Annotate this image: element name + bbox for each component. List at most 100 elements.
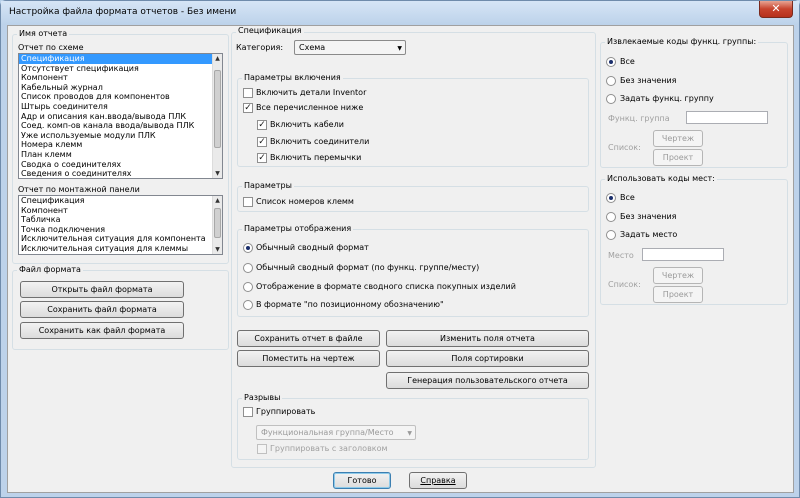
help-button[interactable]: Справка (409, 472, 467, 489)
display-option-radio[interactable] (243, 282, 253, 292)
func-code-label: Все (620, 57, 635, 66)
all-below-label: Все перечисленное ниже (256, 103, 364, 112)
list-item[interactable]: Спецификация (19, 196, 222, 206)
save-format-file-button[interactable]: Сохранить файл формата (20, 301, 184, 318)
include-connectors-label: Включить соединители (270, 137, 370, 146)
place-on-drawing-button[interactable]: Поместить на чертеж (237, 350, 380, 367)
func-code-radio[interactable] (606, 57, 616, 67)
group-checkbox[interactable] (243, 407, 253, 417)
list-item[interactable]: Отсутствует спецификация (19, 64, 222, 74)
edit-report-fields-button[interactable]: Изменить поля отчета (386, 330, 589, 347)
list-item[interactable]: Спецификация (19, 54, 222, 64)
breaks-group-label: Разрывы (242, 393, 283, 402)
loc-codes-group-label: Использовать коды мест: (605, 174, 717, 183)
loc-code-radio[interactable] (606, 193, 616, 203)
format-file-group-label: Файл формата (17, 265, 83, 274)
schematic-report-label: Отчет по схеме (18, 43, 84, 52)
list-item[interactable]: План клемм (19, 150, 222, 160)
loc-list-label: Список: (608, 280, 641, 289)
terminal-numbers-checkbox[interactable] (243, 197, 253, 207)
group-label: Группировать (256, 407, 316, 416)
list-item[interactable]: Номера клемм (19, 140, 222, 150)
list-item[interactable]: Исключительная ситуация для компонента (19, 234, 222, 244)
save-as-format-file-button[interactable]: Сохранить как файл формата (20, 322, 184, 339)
list-item[interactable]: Точка подключения (19, 225, 222, 235)
user-report-button[interactable]: Генерация пользовательского отчета (386, 372, 589, 389)
category-label: Категория: (236, 43, 284, 52)
list-item[interactable]: Табличка (19, 215, 222, 225)
func-drawing-button[interactable]: Чертеж (653, 130, 703, 147)
loc-code-label: Все (620, 193, 635, 202)
chevron-down-icon: ▼ (397, 45, 402, 52)
panel-report-label: Отчет по монтажной панели (18, 185, 140, 194)
include-inventor-checkbox[interactable] (243, 88, 253, 98)
title-bar[interactable]: Настройка файла формата отчетов - Без им… (1, 1, 799, 25)
include-cables-label: Включить кабели (270, 120, 344, 129)
scroll-up-icon[interactable]: ▲ (213, 54, 222, 63)
save-report-to-file-button[interactable]: Сохранить отчет в файле (237, 330, 380, 347)
list-item[interactable]: Сводка о соединителях (19, 160, 222, 170)
func-code-radio[interactable] (606, 76, 616, 86)
specification-group-label: Спецификация (236, 26, 304, 35)
scroll-up-icon[interactable]: ▲ (213, 196, 222, 205)
include-connectors-checkbox[interactable]: ✓ (257, 137, 267, 147)
list-item[interactable]: Сведения о соединителях (19, 169, 222, 178)
list-item[interactable]: Кабельный журнал (19, 83, 222, 93)
list-item[interactable]: Штырь соединителя (19, 102, 222, 112)
place-input[interactable] (642, 248, 724, 261)
open-format-file-button[interactable]: Открыть файл формата (20, 281, 184, 298)
func-group-label: Функц. группа (608, 114, 670, 123)
list-item[interactable]: Уже используемые модули ПЛК (19, 131, 222, 141)
display-option-radio[interactable] (243, 243, 253, 253)
list-item[interactable]: Соед. комп-ов канала ввода/вывода ПЛК (19, 121, 222, 131)
group-with-header-label: Группировать с заголовком (270, 444, 388, 453)
include-params-group-label: Параметры включения (242, 73, 343, 82)
display-option-radio[interactable] (243, 263, 253, 273)
func-code-radio[interactable] (606, 94, 616, 104)
place-label: Место (608, 251, 634, 260)
loc-code-label: Без значения (620, 212, 677, 221)
func-project-button[interactable]: Проект (653, 149, 703, 166)
dialog-client: Имя отчета Отчет по схеме Спецификация От… (7, 25, 794, 493)
terminal-numbers-label: Список номеров клемм (256, 197, 354, 206)
include-jumpers-checkbox[interactable]: ✓ (257, 153, 267, 163)
display-params-group-label: Параметры отображения (242, 224, 354, 233)
close-button[interactable]: ✕ (759, 1, 793, 18)
func-group-input[interactable] (686, 111, 768, 124)
category-select[interactable]: Схема ▼ (294, 40, 406, 55)
all-below-checkbox[interactable]: ✓ (243, 103, 253, 113)
close-icon: ✕ (771, 2, 781, 15)
list-item[interactable]: Список проводов для компонентов (19, 92, 222, 102)
panel-list-scrollbar[interactable]: ▲ ▼ (212, 196, 222, 254)
display-option-radio[interactable] (243, 300, 253, 310)
chevron-down-icon: ▼ (407, 430, 412, 437)
scroll-down-icon[interactable]: ▼ (213, 169, 222, 178)
loc-code-radio[interactable] (606, 212, 616, 222)
list-item[interactable]: Компонент (19, 73, 222, 83)
group-by-select[interactable]: Функциональная группа/Место ▼ (256, 425, 416, 440)
func-code-label: Без значения (620, 76, 677, 85)
func-code-label: Задать функц. группу (620, 94, 714, 103)
list-item[interactable]: Компонент (19, 206, 222, 216)
loc-drawing-button[interactable]: Чертеж (653, 267, 703, 284)
include-cables-checkbox[interactable]: ✓ (257, 120, 267, 130)
scroll-thumb[interactable] (214, 208, 221, 238)
loc-project-button[interactable]: Проект (653, 286, 703, 303)
schematic-report-list[interactable]: Спецификация Отсутствует спецификация Комп… (18, 53, 223, 179)
display-option-label: В формате "по позиционному обозначению" (256, 300, 444, 309)
list-item[interactable]: Исключительная ситуация для клеммы (19, 244, 222, 254)
window-title: Настройка файла формата отчетов - Без им… (9, 7, 237, 17)
scroll-down-icon[interactable]: ▼ (213, 245, 222, 254)
schematic-list-scrollbar[interactable]: ▲ ▼ (212, 54, 222, 178)
list-item[interactable]: Адр и описания кан.ввода/вывода ПЛК (19, 112, 222, 122)
sort-fields-button[interactable]: Поля сортировки (386, 350, 589, 367)
include-jumpers-label: Включить перемычки (270, 153, 362, 162)
include-inventor-label: Включить детали Inventor (256, 88, 367, 97)
panel-report-list[interactable]: Спецификация Компонент Табличка Точка подкл… (18, 195, 223, 255)
group-with-header-checkbox[interactable] (257, 444, 267, 454)
ok-button[interactable]: Готово (333, 472, 391, 489)
func-list-label: Список: (608, 143, 641, 152)
loc-code-radio[interactable] (606, 230, 616, 240)
scroll-thumb[interactable] (214, 70, 221, 148)
display-option-label: Отображение в формате сводного списка по… (256, 282, 516, 291)
